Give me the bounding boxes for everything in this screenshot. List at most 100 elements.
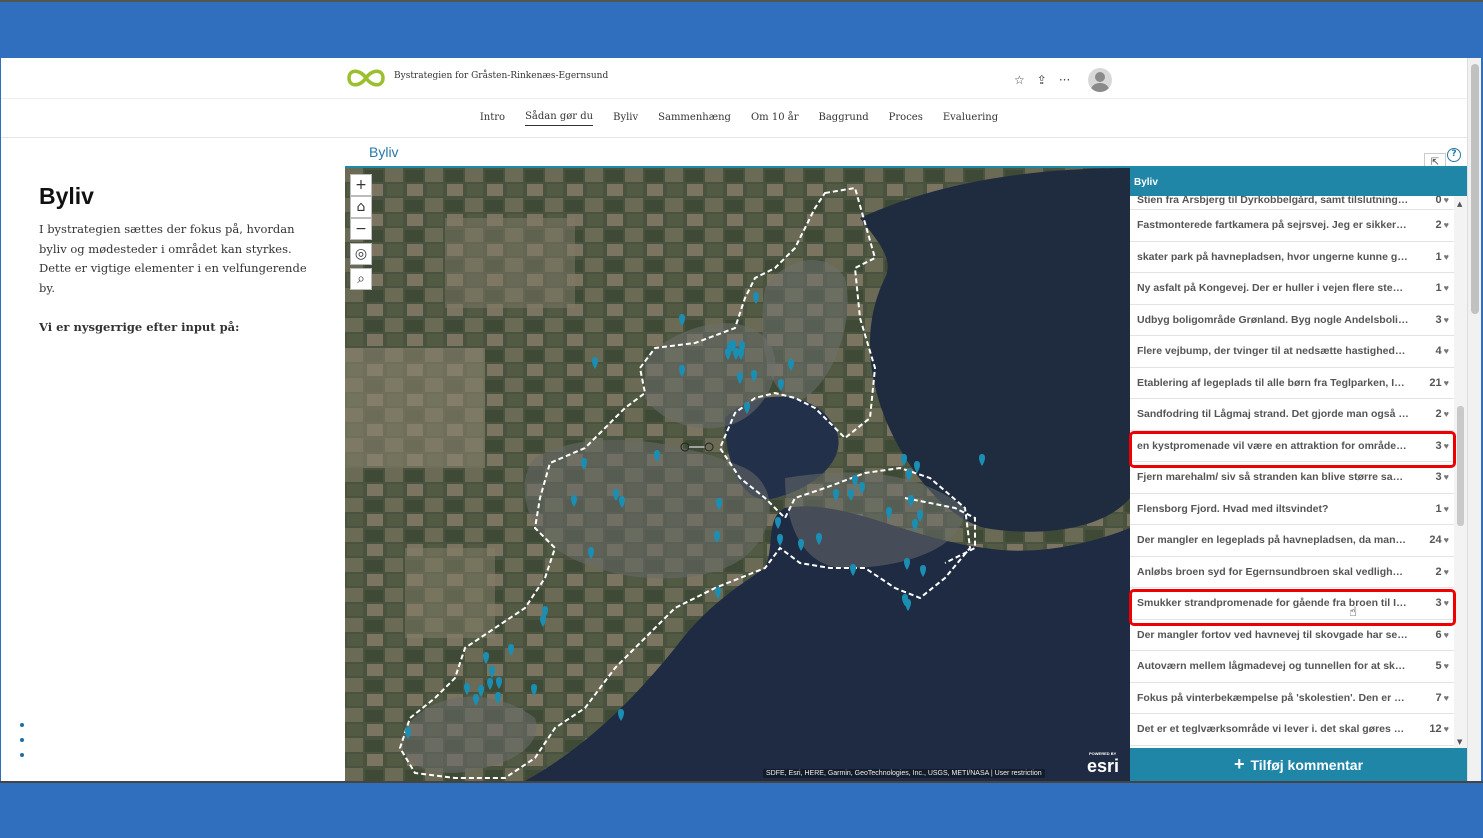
heart-icon: ♥ <box>1443 377 1449 388</box>
like-count[interactable]: 4 ♥ <box>1436 345 1449 357</box>
list-item[interactable]: Sandfodring til Lågmaj strand. Det gjord… <box>1130 399 1454 431</box>
header-actions: ☆ ⇪ ··· <box>1014 68 1113 92</box>
heart-icon: ♥ <box>1443 220 1449 231</box>
heart-icon: ♥ <box>1443 283 1449 294</box>
home-icon[interactable]: ⌂ <box>350 196 372 218</box>
list-item[interactable]: Flere vejbump, der tvinger til at nedsæt… <box>1130 336 1454 368</box>
comment-text: Sandfodring til Lågmaj strand. Det gjord… <box>1137 408 1409 421</box>
heart-icon: ♥ <box>1443 661 1449 672</box>
map-attribution: SDFE, Esri, HERE, Garmin, GeoTechnologie… <box>763 769 1045 778</box>
more-icon[interactable]: ··· <box>1059 73 1070 87</box>
locate-icon[interactable]: ◎ <box>350 243 372 265</box>
narrative-panel: Byliv I bystrategien sættes der fokus på… <box>39 183 309 338</box>
add-comment-label: Tilføj kommentar <box>1250 756 1364 773</box>
share-icon[interactable]: ⇪ <box>1037 73 1047 87</box>
site-header: Bystrategien for Gråsten-Rinkenæs-Egerns… <box>1 58 1467 98</box>
comment-text: skater park på havnepladsen, hvor ungern… <box>1137 250 1409 263</box>
heart-icon: ♥ <box>1443 566 1449 577</box>
list-item[interactable]: Ny asfalt på Kongevej. Der er huller i v… <box>1130 273 1454 305</box>
list-item[interactable]: Flensborg Fjord. Hvad med iltsvindet? 1 ♥ <box>1130 494 1454 525</box>
heart-icon: ♥ <box>1443 724 1449 735</box>
map-view[interactable]: + ⌂ − ◎ ⌕ SDFE, Esri, HERE, Garmin, GeoT… <box>345 168 1130 781</box>
like-count[interactable]: 24 ♥ <box>1429 534 1449 546</box>
list-item[interactable]: Udbyg boligområde Grønland. Byg nogle An… <box>1130 305 1454 336</box>
nav-evaluering[interactable]: Evaluering <box>943 99 998 137</box>
comment-list-panel: Byliv Stien fra Årsbjerg til Dyrkobbelgå… <box>1129 168 1467 781</box>
esri-logo: POWERED BY esri <box>1087 751 1120 776</box>
satellite-map[interactable] <box>345 168 1130 781</box>
avatar[interactable] <box>1088 68 1113 92</box>
comment-text: Flere vejbump, der tvinger til at nedsæt… <box>1137 345 1409 358</box>
like-count[interactable]: 7 ♥ <box>1436 692 1449 704</box>
comment-text: Etablering af legeplads til alle børn fr… <box>1137 376 1409 389</box>
comment-text: Der mangler en legeplads på havnepladsen… <box>1137 534 1409 547</box>
comment-text: Stien fra Årsbjerg til Dyrkobbelgård, sa… <box>1137 196 1409 206</box>
heart-icon: ♥ <box>1443 472 1449 483</box>
list-item[interactable]: Anløbs broen syd for Egernsundbroen skal… <box>1130 557 1454 588</box>
story-nav: Intro Sådan gør du Byliv Sammenhæng Om 1… <box>1 98 1467 138</box>
like-count[interactable]: 1 ♥ <box>1436 251 1449 263</box>
like-count[interactable]: 1 ♥ <box>1436 503 1449 515</box>
nav-sammenhaeng[interactable]: Sammenhæng <box>658 99 731 137</box>
like-count[interactable]: 0 ♥ <box>1436 196 1449 206</box>
nav-proces[interactable]: Proces <box>889 99 923 137</box>
like-count[interactable]: 21 ♥ <box>1429 377 1449 389</box>
story-page: Bystrategien for Gråsten-Rinkenæs-Egerns… <box>1 58 1467 781</box>
comment-text: Ny asfalt på Kongevej. Der er huller i v… <box>1137 282 1409 295</box>
comment-text: Udbyg boligområde Grønland. Byg nogle An… <box>1137 313 1409 326</box>
like-count[interactable]: 12 ♥ <box>1429 723 1449 735</box>
browser-bottom-band <box>0 781 1483 838</box>
help-icon[interactable]: ? <box>1447 148 1461 162</box>
list-item[interactable]: Autoværn mellem lågmadevej og tunnellen … <box>1130 651 1454 683</box>
list-item[interactable]: skater park på havnepladsen, hvor ungern… <box>1130 242 1454 273</box>
logo-icon <box>347 69 385 87</box>
list-item[interactable]: Det er et teglværksområde vi lever i. de… <box>1130 714 1454 746</box>
comment-text: Fokus på vinterbekæmpelse på 'skolestien… <box>1137 691 1409 704</box>
like-count[interactable]: 6 ♥ <box>1436 629 1449 641</box>
like-count[interactable]: 5 ♥ <box>1436 660 1449 672</box>
list-item[interactable]: Fastmonterede fartkamera på sejrsvej. Je… <box>1130 210 1454 242</box>
site-title: Bystrategien for Gråsten-Rinkenæs-Egerns… <box>394 71 609 81</box>
plus-icon: + <box>1233 754 1245 774</box>
comment-text: Flensborg Fjord. Hvad med iltsvindet? <box>1137 502 1329 515</box>
like-count[interactable]: 2 ♥ <box>1436 408 1449 420</box>
list-item[interactable]: Stien fra Årsbjerg til Dyrkobbelgård, sa… <box>1130 196 1454 210</box>
search-icon[interactable]: ⌕ <box>350 268 372 290</box>
map-controls: + ⌂ − ◎ ⌕ <box>350 174 372 290</box>
like-count[interactable]: 2 ♥ <box>1436 566 1449 578</box>
nav-intro[interactable]: Intro <box>480 99 505 137</box>
comment-list[interactable]: Stien fra Årsbjerg til Dyrkobbelgård, sa… <box>1130 196 1454 748</box>
heart-icon: ♥ <box>1443 346 1449 357</box>
star-icon[interactable]: ☆ <box>1014 73 1025 87</box>
comment-text: Fastmonterede fartkamera på sejrsvej. Je… <box>1137 219 1409 232</box>
list-item[interactable]: Fokus på vinterbekæmpelse på 'skolestien… <box>1130 683 1454 714</box>
list-item[interactable]: Etablering af legeplads til alle børn fr… <box>1130 368 1454 399</box>
comment-text: Det er et teglværksområde vi lever i. de… <box>1137 723 1409 736</box>
list-item[interactable]: Der mangler en legeplads på havnepladsen… <box>1130 525 1454 557</box>
like-count[interactable]: 3 ♥ <box>1436 471 1449 483</box>
nav-sadan-gor-du[interactable]: Sådan gør du <box>525 110 594 126</box>
comment-text: Autoværn mellem lågmadevej og tunnellen … <box>1137 660 1409 673</box>
zoom-out-button[interactable]: − <box>350 218 372 240</box>
highlight-box <box>1129 431 1456 468</box>
heart-icon: ♥ <box>1443 251 1449 262</box>
highlight-box <box>1129 589 1456 626</box>
heart-icon: ♥ <box>1443 196 1449 205</box>
browser-top-band <box>0 0 1483 58</box>
like-count[interactable]: 1 ♥ <box>1436 282 1449 294</box>
section-nav-dots[interactable] <box>20 723 26 768</box>
panel-title: Byliv <box>369 144 399 160</box>
heart-icon: ♥ <box>1443 503 1449 514</box>
zoom-in-button[interactable]: + <box>350 174 372 196</box>
like-count[interactable]: 3 ♥ <box>1436 314 1449 326</box>
nav-byliv[interactable]: Byliv <box>613 99 638 137</box>
nav-baggrund[interactable]: Baggrund <box>818 99 868 137</box>
section-prompt: Vi er nysgerrige efter input på: <box>39 320 240 334</box>
add-comment-button[interactable]: + Tilføj kommentar <box>1130 748 1467 781</box>
like-count[interactable]: 2 ♥ <box>1436 219 1449 231</box>
heart-icon: ♥ <box>1443 692 1449 703</box>
list-scrollbar[interactable]: ▲ ▼ <box>1454 196 1467 748</box>
mouse-cursor-icon: ☝ <box>1349 605 1357 620</box>
nav-om-10-aar[interactable]: Om 10 år <box>751 99 799 137</box>
page-scrollbar[interactable] <box>1467 58 1481 781</box>
